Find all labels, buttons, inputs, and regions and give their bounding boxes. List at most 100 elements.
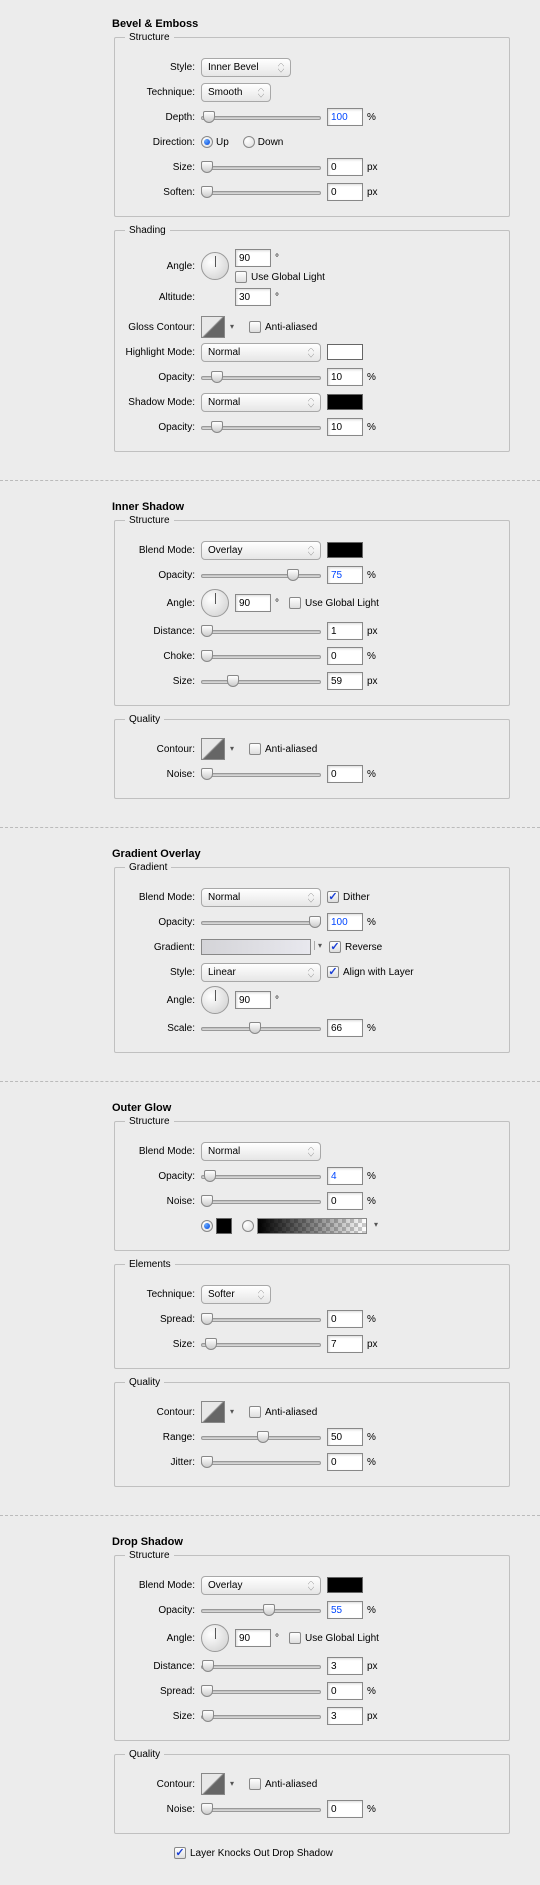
spread-label: Spread: — [121, 1686, 201, 1697]
style-select[interactable]: Inner Bevel — [201, 58, 291, 77]
size-input[interactable] — [327, 158, 363, 176]
reverse-checkbox[interactable] — [329, 941, 341, 953]
choke-input[interactable] — [327, 647, 363, 665]
jitter-slider[interactable] — [201, 1454, 321, 1470]
noise-input[interactable] — [327, 1800, 363, 1818]
blend-select[interactable]: Overlay — [201, 1576, 321, 1595]
gloss-contour-picker[interactable] — [201, 316, 225, 338]
choke-slider[interactable] — [201, 648, 321, 664]
scale-input[interactable] — [327, 1019, 363, 1037]
s-opacity-slider[interactable] — [201, 419, 321, 435]
angle-wheel[interactable] — [201, 986, 229, 1014]
outer-glow-panel: Outer Glow Structure Blend Mode: Normal … — [0, 1084, 540, 1513]
global-light-checkbox[interactable] — [289, 1632, 301, 1644]
range-slider[interactable] — [201, 1429, 321, 1445]
color-swatch[interactable] — [327, 1577, 363, 1593]
jitter-input[interactable] — [327, 1453, 363, 1471]
angle-input[interactable] — [235, 1629, 271, 1647]
range-input[interactable] — [327, 1428, 363, 1446]
blend-select[interactable]: Normal — [201, 1142, 321, 1161]
contour-picker[interactable] — [201, 1773, 225, 1795]
color-source-solid-radio[interactable] — [201, 1220, 213, 1232]
contour-picker[interactable] — [201, 738, 225, 760]
antialiased-checkbox[interactable] — [249, 1406, 261, 1418]
size-slider[interactable] — [201, 673, 321, 689]
angle-input[interactable] — [235, 991, 271, 1009]
depth-input[interactable] — [327, 108, 363, 126]
glow-color-swatch[interactable] — [216, 1218, 232, 1234]
up-label: Up — [216, 137, 229, 148]
spread-slider[interactable] — [201, 1311, 321, 1327]
direction-down-radio[interactable] — [243, 136, 255, 148]
size-input[interactable] — [327, 1707, 363, 1725]
distance-input[interactable] — [327, 622, 363, 640]
gradient-picker[interactable] — [201, 939, 311, 955]
global-light-checkbox[interactable] — [235, 271, 247, 283]
inner-shadow-panel: Inner Shadow Structure Blend Mode: Overl… — [0, 483, 540, 825]
angle-wheel[interactable] — [201, 589, 229, 617]
noise-input[interactable] — [327, 1192, 363, 1210]
antialiased-checkbox[interactable] — [249, 743, 261, 755]
color-source-gradient-radio[interactable] — [242, 1220, 254, 1232]
altitude-input[interactable] — [235, 288, 271, 306]
antialiased-checkbox[interactable] — [249, 1778, 261, 1790]
blend-select[interactable]: Normal — [201, 888, 321, 907]
blend-label: Blend Mode: — [121, 545, 201, 556]
global-light-checkbox[interactable] — [289, 597, 301, 609]
glow-gradient-picker[interactable] — [257, 1218, 367, 1234]
dither-checkbox[interactable] — [327, 891, 339, 903]
s-opacity-input[interactable] — [327, 418, 363, 436]
angle-wheel[interactable] — [201, 252, 229, 280]
distance-slider[interactable] — [201, 623, 321, 639]
direction-up-radio[interactable] — [201, 136, 213, 148]
h-opacity-input[interactable] — [327, 368, 363, 386]
align-checkbox[interactable] — [327, 966, 339, 978]
opacity-input[interactable] — [327, 1601, 363, 1619]
technique-select[interactable]: Smooth — [201, 83, 271, 102]
spread-input[interactable] — [327, 1682, 363, 1700]
highlight-color-swatch[interactable] — [327, 344, 363, 360]
blend-label: Blend Mode: — [121, 1146, 201, 1157]
soften-slider[interactable] — [201, 184, 321, 200]
angle-input[interactable] — [235, 594, 271, 612]
size-slider[interactable] — [201, 1708, 321, 1724]
angle-input[interactable] — [235, 249, 271, 267]
opacity-slider[interactable] — [201, 1602, 321, 1618]
spread-slider[interactable] — [201, 1683, 321, 1699]
blend-label: Blend Mode: — [121, 1580, 201, 1591]
opacity-slider[interactable] — [201, 1168, 321, 1184]
technique-select[interactable]: Softer — [201, 1285, 271, 1304]
scale-slider[interactable] — [201, 1020, 321, 1036]
antialiased-checkbox[interactable] — [249, 321, 261, 333]
contour-picker[interactable] — [201, 1401, 225, 1423]
noise-input[interactable] — [327, 765, 363, 783]
blend-select[interactable]: Overlay — [201, 541, 321, 560]
opacity-slider[interactable] — [201, 567, 321, 583]
opacity-slider[interactable] — [201, 914, 321, 930]
size-input[interactable] — [327, 672, 363, 690]
size-input[interactable] — [327, 1335, 363, 1353]
blend-label: Blend Mode: — [121, 892, 201, 903]
style-select[interactable]: Linear — [201, 963, 321, 982]
color-swatch[interactable] — [327, 542, 363, 558]
size-slider[interactable] — [201, 1336, 321, 1352]
h-opacity-slider[interactable] — [201, 369, 321, 385]
opacity-input[interactable] — [327, 1167, 363, 1185]
size-slider[interactable] — [201, 159, 321, 175]
knockout-checkbox[interactable] — [174, 1847, 186, 1859]
opacity-input[interactable] — [327, 913, 363, 931]
soften-input[interactable] — [327, 183, 363, 201]
distance-input[interactable] — [327, 1657, 363, 1675]
spread-input[interactable] — [327, 1310, 363, 1328]
noise-slider[interactable] — [201, 1193, 321, 1209]
angle-wheel[interactable] — [201, 1624, 229, 1652]
shadow-mode-select[interactable]: Normal — [201, 393, 321, 412]
depth-slider[interactable] — [201, 109, 321, 125]
noise-slider[interactable] — [201, 1801, 321, 1817]
highlight-mode-select[interactable]: Normal — [201, 343, 321, 362]
shadow-color-swatch[interactable] — [327, 394, 363, 410]
noise-slider[interactable] — [201, 766, 321, 782]
opacity-input[interactable] — [327, 566, 363, 584]
s-opacity-label: Opacity: — [121, 422, 201, 433]
distance-slider[interactable] — [201, 1658, 321, 1674]
